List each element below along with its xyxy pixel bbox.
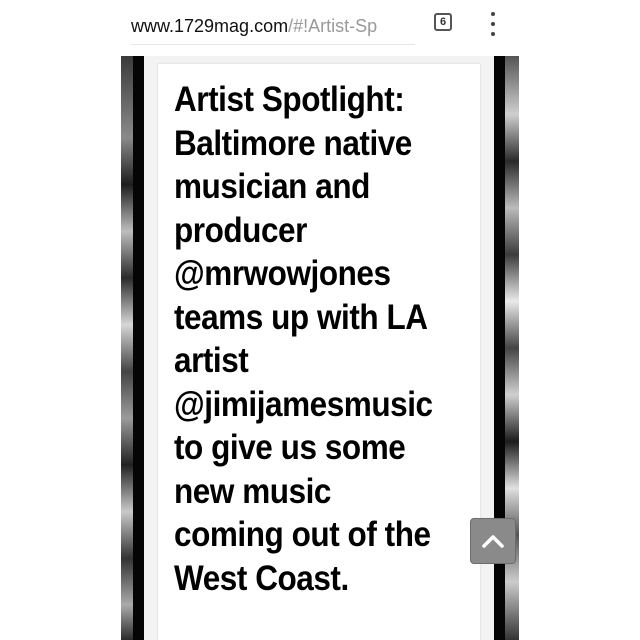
frame-border-left <box>133 56 144 640</box>
url-path: /#!Artist-Sp <box>288 16 378 36</box>
background-image-left <box>121 56 133 640</box>
url-fade <box>375 8 415 44</box>
scroll-to-top-button[interactable] <box>470 518 516 564</box>
menu-dot <box>491 22 495 26</box>
article-headline: Artist Spotlight: Baltimore native music… <box>174 80 433 598</box>
url-domain: www.1729mag.com <box>131 16 289 36</box>
chevron-up-icon <box>482 535 504 548</box>
menu-dot <box>491 12 495 16</box>
browser-toolbar: www.1729mag.com/#!Artist-Sp 6 <box>121 0 519 56</box>
overflow-menu-icon[interactable] <box>483 12 503 36</box>
tab-switcher-button[interactable]: 6 <box>434 13 452 31</box>
menu-dot <box>491 32 495 36</box>
url-field[interactable]: www.1729mag.com/#!Artist-Sp <box>131 8 415 45</box>
